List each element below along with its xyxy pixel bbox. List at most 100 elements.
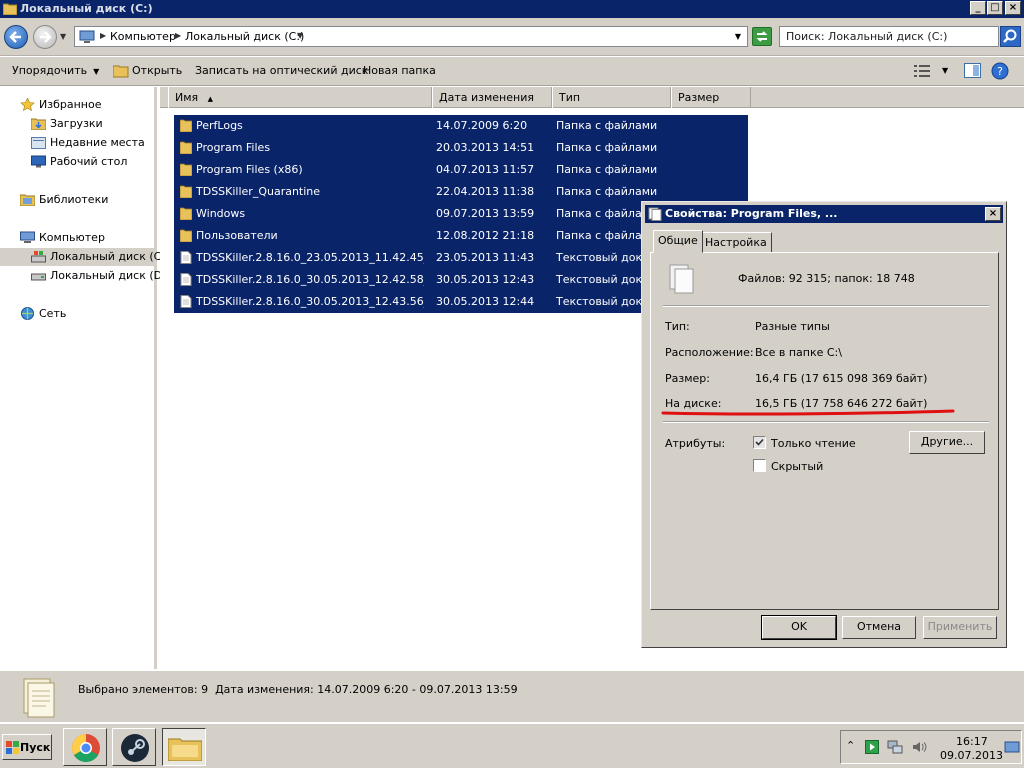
readonly-label[interactable]: Только чтение xyxy=(771,437,856,450)
multiple-files-icon xyxy=(669,264,694,294)
folder-icon xyxy=(180,185,192,198)
file-date: 04.07.2013 11:57 xyxy=(436,163,535,176)
start-button[interactable]: Пуск xyxy=(2,734,52,760)
maximize-button[interactable]: □ xyxy=(987,1,1003,15)
organize-button[interactable]: Упорядочить ▼ xyxy=(12,64,99,77)
hidden-checkbox[interactable] xyxy=(753,459,766,472)
view-dropdown-icon[interactable]: ▼ xyxy=(942,66,948,75)
taskbar-steam[interactable] xyxy=(112,728,156,766)
ok-button[interactable]: OK xyxy=(761,615,837,640)
taskbar-explorer[interactable] xyxy=(162,728,206,766)
chevron-down-icon: ▼ xyxy=(93,67,100,76)
general-tab-panel: Файлов: 92 315; папок: 18 748 Тип: Разны… xyxy=(650,252,999,610)
location-label: Расположение: xyxy=(665,346,754,359)
red-underline-annotation xyxy=(661,409,955,416)
nav-network[interactable]: Сеть xyxy=(20,305,150,323)
burn-button[interactable]: Записать на оптический диск xyxy=(195,64,368,77)
file-date: 14.07.2009 6:20 xyxy=(436,119,528,132)
apply-button[interactable]: Применить xyxy=(923,616,997,639)
nav-disk-d[interactable]: Локальный диск (D:) xyxy=(31,267,170,285)
nav-disk-c-label: Локальный диск (C:) xyxy=(50,250,170,263)
nav-computer[interactable]: Компьютер xyxy=(20,229,150,247)
window-title-bar[interactable]: Локальный диск (C:) _ □ × xyxy=(0,0,1024,18)
address-bar[interactable]: ▶ Компьютер ▶ Локальный диск (C:) ▼ ▼ xyxy=(74,26,748,47)
nav-computer-label: Компьютер xyxy=(39,231,105,244)
breadcrumb-disk-c[interactable]: Локальный диск (C:) xyxy=(185,30,304,43)
nav-favorites[interactable]: Избранное xyxy=(20,96,150,114)
column-header-type[interactable]: Тип xyxy=(552,87,671,108)
show-hidden-icons-icon[interactable]: ⌃ xyxy=(846,739,855,752)
file-date: 30.05.2013 12:44 xyxy=(436,295,535,308)
clock-time[interactable]: 16:17 xyxy=(956,735,988,748)
file-name: TDSSKiller.2.8.16.0_23.05.2013_11.42.45_… xyxy=(196,251,424,264)
volume-icon[interactable] xyxy=(911,739,927,755)
history-dropdown-icon[interactable]: ▼ xyxy=(60,32,66,41)
nav-disk-c[interactable]: Локальный диск (C:) xyxy=(0,248,169,266)
address-dropdown-icon[interactable]: ▼ xyxy=(735,32,741,41)
steam-icon xyxy=(121,734,149,762)
nav-recent-label: Недавние места xyxy=(50,136,145,149)
breadcrumb-separator-icon[interactable]: ▶ xyxy=(100,31,106,40)
nav-downloads[interactable]: Загрузки xyxy=(31,115,151,133)
nav-desktop-label: Рабочий стол xyxy=(50,155,128,168)
media-player-tray-icon[interactable] xyxy=(865,740,879,754)
system-tray: ⌃ 16:17 09.07.2013 xyxy=(840,730,1022,764)
close-button[interactable]: × xyxy=(1005,1,1021,15)
search-button[interactable] xyxy=(1000,26,1021,47)
other-attributes-button[interactable]: Другие... xyxy=(909,431,985,454)
file-date: 09.07.2013 13:59 xyxy=(436,207,535,220)
dialog-close-button[interactable]: × xyxy=(985,207,1001,221)
window-title: Локальный диск (C:) xyxy=(20,2,153,15)
forward-button[interactable] xyxy=(33,25,57,49)
minimize-button[interactable]: _ xyxy=(970,1,986,15)
preview-pane-icon[interactable] xyxy=(964,63,981,78)
breadcrumb-separator-icon[interactable]: ▶ xyxy=(175,31,181,40)
computer-icon xyxy=(20,231,35,243)
file-row[interactable]: Program Files (x86) 04.07.2013 11:57 Папка… xyxy=(174,159,748,181)
breadcrumb-dropdown-icon[interactable]: ▼ xyxy=(297,31,303,40)
windows-logo-icon xyxy=(6,741,19,754)
tab-general[interactable]: Общие xyxy=(653,230,703,253)
view-details-icon[interactable] xyxy=(914,65,930,77)
file-row[interactable]: PerfLogs 14.07.2009 6:20 Папка с файлами xyxy=(174,115,748,137)
file-row[interactable]: Program Files 20.03.2013 14:51 Папка с фай… xyxy=(174,137,748,159)
files-icon xyxy=(648,207,662,221)
system-drive-icon xyxy=(31,251,46,263)
back-button[interactable] xyxy=(4,25,28,49)
open-button[interactable]: Открыть xyxy=(132,64,182,77)
nav-recent-places[interactable]: Недавние места xyxy=(31,134,151,152)
size-value: 16,4 ГБ (17 615 098 369 байт) xyxy=(755,372,928,385)
hidden-label[interactable]: Скрытый xyxy=(771,460,823,473)
nav-libraries[interactable]: Библиотеки xyxy=(20,191,150,209)
new-folder-button[interactable]: Новая папка xyxy=(363,64,436,77)
attributes-label: Атрибуты: xyxy=(665,437,726,450)
folder-icon xyxy=(180,207,192,220)
tab-settings[interactable]: Настройка xyxy=(700,232,772,253)
readonly-checkbox[interactable] xyxy=(753,436,766,449)
dialog-title-bar[interactable]: Свойства: Program Files, ... × xyxy=(645,205,1003,223)
file-name: Program Files (x86) xyxy=(196,163,303,176)
file-row[interactable]: TDSSKiller_Quarantine 22.04.2013 11:38 Пап… xyxy=(174,181,748,203)
column-header-name[interactable]: Имя ▲ xyxy=(168,87,432,108)
taskbar-chrome[interactable] xyxy=(63,728,107,766)
drive-icon xyxy=(31,273,46,281)
breadcrumb-computer[interactable]: Компьютер xyxy=(110,30,176,43)
network-tray-icon[interactable] xyxy=(887,739,903,755)
location-value: Все в папке C:\ xyxy=(755,346,842,359)
divider xyxy=(663,305,989,307)
nav-desktop[interactable]: Рабочий стол xyxy=(31,153,151,171)
downloads-folder-icon xyxy=(31,118,46,130)
recent-places-icon xyxy=(31,137,46,149)
show-desktop-icon[interactable] xyxy=(1004,739,1020,755)
column-header-size[interactable]: Размер xyxy=(671,87,751,108)
column-header-date[interactable]: Дата изменения xyxy=(432,87,552,108)
divider xyxy=(663,421,989,423)
cancel-button[interactable]: Отмена xyxy=(842,616,916,639)
search-input[interactable]: Поиск: Локальный диск (C:) xyxy=(779,26,999,47)
refresh-button[interactable] xyxy=(752,27,772,46)
file-type: Папка с файлами xyxy=(556,141,658,154)
explorer-folder-icon xyxy=(168,738,202,761)
help-icon[interactable]: ? xyxy=(991,62,1009,80)
clock-date[interactable]: 09.07.2013 xyxy=(940,749,1003,762)
file-name: TDSSKiller.2.8.16.0_30.05.2013_12.43.56_… xyxy=(196,295,424,308)
